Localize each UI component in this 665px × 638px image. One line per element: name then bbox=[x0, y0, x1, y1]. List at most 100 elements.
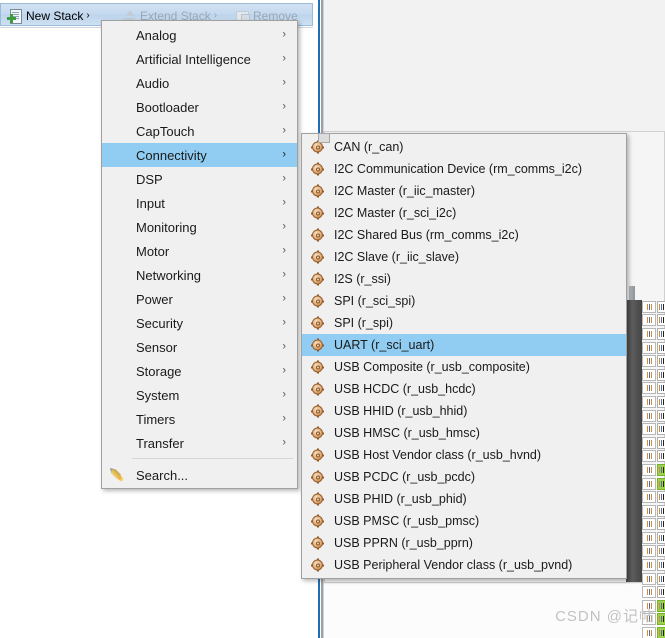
pin-number-tag bbox=[642, 368, 656, 381]
pin-number-tag bbox=[642, 518, 656, 531]
menu-item-security[interactable]: Security › bbox=[102, 311, 297, 335]
pin-row[interactable] bbox=[642, 518, 665, 532]
pin-row[interactable] bbox=[642, 545, 665, 559]
submenu-item-i2c-master-r-sci-i2c-[interactable]: I2C Master (r_sci_i2c) bbox=[302, 202, 626, 224]
menu-item-captouch[interactable]: CapTouch › bbox=[102, 119, 297, 143]
pin-label-box bbox=[657, 395, 665, 408]
pin-row[interactable] bbox=[642, 436, 665, 450]
submenu-scroll-nub[interactable] bbox=[318, 133, 330, 143]
submenu-item-usb-pprn-r-usb-pprn-[interactable]: USB PPRN (r_usb_pprn) bbox=[302, 532, 626, 554]
pin-number-tag bbox=[642, 341, 656, 354]
menu-item-timers[interactable]: Timers › bbox=[102, 407, 297, 431]
pin-row[interactable] bbox=[642, 382, 665, 396]
submenu-item-usb-pcdc-r-usb-pcdc-[interactable]: USB PCDC (r_usb_pcdc) bbox=[302, 466, 626, 488]
pin-row[interactable] bbox=[642, 490, 665, 504]
submenu-item-i2c-master-r-iic-master-[interactable]: I2C Master (r_iic_master) bbox=[302, 180, 626, 202]
submenu-item-usb-phid-r-usb-phid-[interactable]: USB PHID (r_usb_phid) bbox=[302, 488, 626, 510]
menu-item-label: Bootloader bbox=[136, 99, 199, 115]
submenu-item-i2c-slave-r-iic-slave-[interactable]: I2C Slave (r_iic_slave) bbox=[302, 246, 626, 268]
submenu-item-usb-peripheral-vendor-class-r-usb-pvnd-[interactable]: USB Peripheral Vendor class (r_usb_pvnd) bbox=[302, 554, 626, 576]
pin-row[interactable] bbox=[642, 300, 665, 314]
submenu-item-label: USB PHID (r_usb_phid) bbox=[334, 492, 467, 506]
pin-row[interactable] bbox=[642, 585, 665, 599]
menu-item-system[interactable]: System › bbox=[102, 383, 297, 407]
module-icon bbox=[311, 184, 324, 198]
connectivity-submenu[interactable]: CAN (r_can) I2C Communication Device (rm_… bbox=[301, 133, 627, 579]
submenu-item-usb-hcdc-r-usb-hcdc-[interactable]: USB HCDC (r_usb_hcdc) bbox=[302, 378, 626, 400]
new-stack-arrow: › bbox=[86, 10, 90, 21]
menu-item-transfer[interactable]: Transfer › bbox=[102, 431, 297, 455]
module-icon bbox=[311, 316, 324, 330]
chevron-right-icon: › bbox=[282, 340, 286, 353]
pin-row[interactable] bbox=[642, 327, 665, 341]
pin-row[interactable] bbox=[642, 341, 665, 355]
chevron-right-icon: › bbox=[282, 220, 286, 233]
new-stack-button[interactable]: New Stack › bbox=[7, 7, 90, 24]
menu-item-connectivity[interactable]: Connectivity › bbox=[102, 143, 297, 167]
menu-item-search[interactable]: Search... bbox=[102, 462, 297, 488]
menu-item-motor[interactable]: Motor › bbox=[102, 239, 297, 263]
submenu-item-usb-host-vendor-class-r-usb-hvnd-[interactable]: USB Host Vendor class (r_usb_hvnd) bbox=[302, 444, 626, 466]
menu-item-power[interactable]: Power › bbox=[102, 287, 297, 311]
submenu-item-uart-r-sci-uart-[interactable]: UART (r_sci_uart) bbox=[302, 334, 626, 356]
submenu-item-i2s-r-ssi-[interactable]: I2S (r_ssi) bbox=[302, 268, 626, 290]
pin-row[interactable] bbox=[642, 368, 665, 382]
pin-number-tag bbox=[642, 450, 656, 463]
new-stack-context-menu[interactable]: Analog › Artificial Intelligence › Audio › Boo… bbox=[101, 20, 298, 489]
submenu-item-i2c-shared-bus-rm-comms-i2c-[interactable]: I2C Shared Bus (rm_comms_i2c) bbox=[302, 224, 626, 246]
menu-item-label: Monitoring bbox=[136, 219, 197, 235]
submenu-item-label: USB Host Vendor class (r_usb_hvnd) bbox=[334, 448, 542, 462]
pin-row[interactable] bbox=[642, 354, 665, 368]
menu-item-monitoring[interactable]: Monitoring › bbox=[102, 215, 297, 239]
menu-item-analog[interactable]: Analog › bbox=[102, 23, 297, 47]
pin-row[interactable] bbox=[642, 422, 665, 436]
chevron-right-icon: › bbox=[282, 28, 286, 41]
pin-row[interactable] bbox=[642, 531, 665, 545]
menu-item-input[interactable]: Input › bbox=[102, 191, 297, 215]
submenu-item-spi-r-spi-[interactable]: SPI (r_spi) bbox=[302, 312, 626, 334]
submenu-item-label: SPI (r_sci_spi) bbox=[334, 294, 416, 308]
submenu-item-usb-pmsc-r-usb-pmsc-[interactable]: USB PMSC (r_usb_pmsc) bbox=[302, 510, 626, 532]
pin-label-box bbox=[657, 572, 665, 585]
submenu-item-label: USB HHID (r_usb_hhid) bbox=[334, 404, 468, 418]
module-icon bbox=[311, 294, 324, 308]
pin-number-tag bbox=[642, 355, 656, 368]
chevron-right-icon: › bbox=[282, 148, 286, 161]
pin-row[interactable] bbox=[642, 409, 665, 423]
submenu-item-spi-r-sci-spi-[interactable]: SPI (r_sci_spi) bbox=[302, 290, 626, 312]
submenu-item-can-r-can-[interactable]: CAN (r_can) bbox=[302, 136, 626, 158]
pin-row[interactable] bbox=[642, 450, 665, 464]
pin-row[interactable] bbox=[642, 626, 665, 638]
submenu-item-usb-composite-r-usb-composite-[interactable]: USB Composite (r_usb_composite) bbox=[302, 356, 626, 378]
module-icon bbox=[311, 272, 324, 286]
menu-item-storage[interactable]: Storage › bbox=[102, 359, 297, 383]
pin-row[interactable] bbox=[642, 572, 665, 586]
pin-row[interactable] bbox=[642, 477, 665, 491]
pin-row[interactable] bbox=[642, 504, 665, 518]
pin-row[interactable] bbox=[642, 314, 665, 328]
pin-row[interactable] bbox=[642, 463, 665, 477]
submenu-item-i2c-communication-device-rm-comms-i2c-[interactable]: I2C Communication Device (rm_comms_i2c) bbox=[302, 158, 626, 180]
pin-number-tag bbox=[642, 436, 656, 449]
submenu-item-usb-hhid-r-usb-hhid-[interactable]: USB HHID (r_usb_hhid) bbox=[302, 400, 626, 422]
menu-item-artificial-intelligence[interactable]: Artificial Intelligence › bbox=[102, 47, 297, 71]
menu-item-label: Connectivity bbox=[136, 147, 207, 163]
pin-row[interactable] bbox=[642, 395, 665, 409]
chevron-right-icon: › bbox=[282, 292, 286, 305]
menu-item-audio[interactable]: Audio › bbox=[102, 71, 297, 95]
chevron-right-icon: › bbox=[282, 76, 286, 89]
menu-item-bootloader[interactable]: Bootloader › bbox=[102, 95, 297, 119]
menu-item-sensor[interactable]: Sensor › bbox=[102, 335, 297, 359]
module-icon bbox=[311, 426, 324, 440]
menu-item-label: Networking bbox=[136, 267, 202, 283]
rocket-icon bbox=[106, 464, 129, 487]
pin-label-box bbox=[657, 545, 665, 558]
menu-item-networking[interactable]: Networking › bbox=[102, 263, 297, 287]
module-icon bbox=[311, 536, 324, 550]
package-body bbox=[626, 300, 642, 582]
menu-item-dsp[interactable]: DSP › bbox=[102, 167, 297, 191]
submenu-item-usb-hmsc-r-usb-hmsc-[interactable]: USB HMSC (r_usb_hmsc) bbox=[302, 422, 626, 444]
pin-label-box bbox=[657, 450, 665, 463]
pin-row[interactable] bbox=[642, 558, 665, 572]
pin-number-tag bbox=[642, 531, 656, 544]
